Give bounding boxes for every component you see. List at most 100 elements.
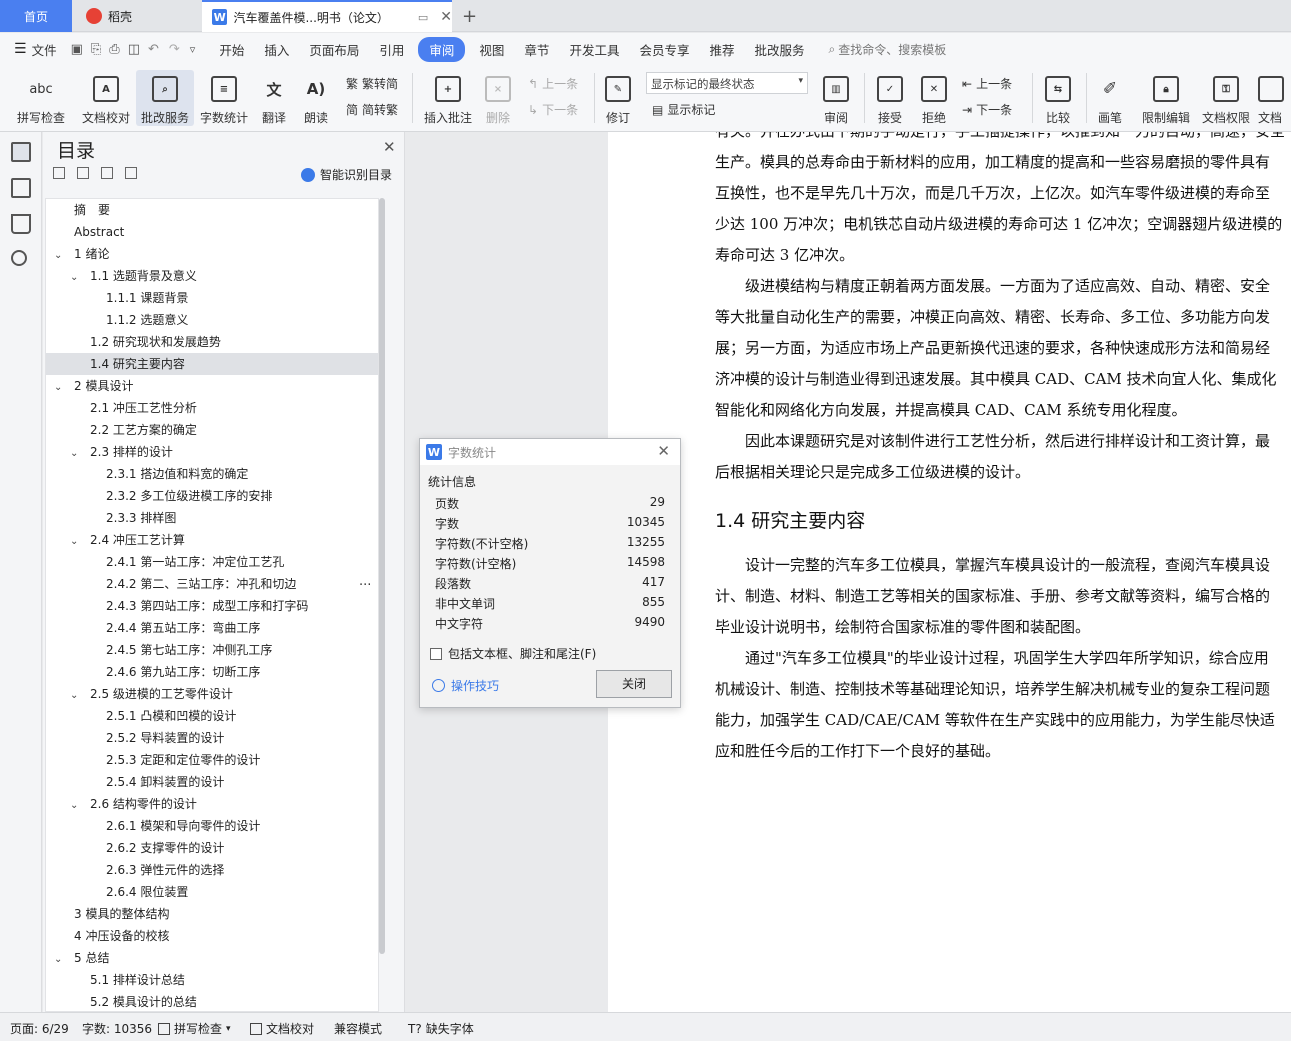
print-icon[interactable]: ⎙ <box>109 42 119 57</box>
toc-item[interactable]: 1.4 研究主要内容 <box>46 353 378 375</box>
menu-correction[interactable]: 批改服务 <box>744 40 814 59</box>
toc-item[interactable]: ⌄ 2 模具设计 <box>46 375 378 397</box>
restrict-edit-button[interactable]: 🔒︎ 限制编辑 <box>1140 70 1192 126</box>
redo-icon[interactable]: ↷ <box>169 42 180 57</box>
spell-check-status[interactable]: 拼写检查 ▾ <box>158 1020 231 1037</box>
menu-recommend[interactable]: 推荐 <box>699 40 744 59</box>
menu-insert[interactable]: 插入 <box>254 40 299 59</box>
page-indicator[interactable]: 页面: 6/29 <box>10 1020 69 1037</box>
close-tab-icon[interactable]: ✕ <box>440 9 452 25</box>
menu-view[interactable]: 视图 <box>469 40 514 59</box>
proofread-status[interactable]: 文档校对 <box>250 1020 314 1037</box>
toc-item[interactable]: 2.4.5 第七站工序：冲侧孔工序 <box>46 639 378 661</box>
prev-change-button[interactable]: ⇤ 上一条 <box>962 75 1012 92</box>
toc-item[interactable]: 2.4.4 第五站工序：弯曲工序 <box>46 617 378 639</box>
toc-item[interactable]: 1.1.2 选题意义 <box>46 309 378 331</box>
add-heading-icon[interactable] <box>101 167 113 179</box>
toc-item[interactable]: ⌄ 1.1 选题背景及意义 <box>46 265 378 287</box>
toc-item[interactable]: ⌄ 1 绪论 <box>46 243 378 265</box>
chapter-icon[interactable] <box>11 178 31 198</box>
new-tab-button[interactable]: + <box>462 0 482 32</box>
pen-button[interactable]: ✐ 画笔 <box>1092 70 1128 126</box>
tab-document[interactable]: W 汽车覆盖件模...明书（论文） ▭ ✕ <box>202 0 452 32</box>
save-icon[interactable]: ▣ <box>71 42 83 57</box>
chevron-down-icon[interactable]: ⌄ <box>70 531 90 553</box>
toc-item[interactable]: 2.6.4 限位装置 <box>46 881 378 903</box>
toc-item[interactable]: 2.4.6 第九站工序：切断工序 <box>46 661 378 683</box>
trad-to-simp-button[interactable]: 繁繁转简 <box>346 75 398 92</box>
command-search-input[interactable]: 查找命令、搜索模板 <box>838 41 946 58</box>
menu-review[interactable]: 审阅 <box>418 36 466 62</box>
next-change-button[interactable]: ⇥ 下一条 <box>962 101 1012 118</box>
chevron-down-icon[interactable]: ⌄ <box>54 949 74 971</box>
toc-item[interactable]: 摘 要 <box>46 199 378 221</box>
chevron-down-icon[interactable]: ⌄ <box>70 685 90 707</box>
toc-item[interactable]: 2.5.3 定距和定位零件的设计 <box>46 749 378 771</box>
toc-item[interactable]: 3 模具的整体结构 <box>46 903 378 925</box>
smart-toc-button[interactable]: 智能识别目录 <box>301 166 392 183</box>
review-pane-button[interactable]: ▥ 审阅 <box>816 70 856 126</box>
translate-button[interactable]: 文翻译 <box>256 70 292 126</box>
menu-developer[interactable]: 开发工具 <box>559 40 629 59</box>
show-markup-button[interactable]: ▤ 显示标记 <box>652 101 715 118</box>
compare-button[interactable]: ⇆ 比较 <box>1038 70 1078 126</box>
toc-item[interactable]: ⌄ 2.5 级进模的工艺零件设计 <box>46 683 378 705</box>
expand-up-icon[interactable] <box>77 167 89 179</box>
tips-link[interactable]: 操作技巧 <box>432 677 499 694</box>
search-panel-icon[interactable] <box>11 250 27 266</box>
toc-item[interactable]: 2.6.2 支撑零件的设计 <box>46 837 378 859</box>
outline-icon[interactable] <box>11 142 31 162</box>
toc-item[interactable]: 1.2 研究现状和发展趋势 <box>46 331 378 353</box>
remove-heading-icon[interactable] <box>125 167 137 179</box>
close-button[interactable]: 关闭 <box>596 670 672 698</box>
toc-item[interactable]: 4 冲压设备的校核 <box>46 925 378 947</box>
chevron-down-icon[interactable]: ⌄ <box>70 795 90 817</box>
toc-item[interactable]: 1.1.1 课题背景 <box>46 287 378 309</box>
toc-item[interactable]: 2.2 工艺方案的确定 <box>46 419 378 441</box>
toc-item[interactable]: 2.5.4 卸料装置的设计 <box>46 771 378 793</box>
spell-check-button[interactable]: abc 拼写检查 <box>10 70 72 126</box>
track-changes-button[interactable]: ✎ 修订 <box>600 70 636 126</box>
insert-comment-button[interactable]: + 插入批注 <box>420 70 476 126</box>
collapse-all-icon[interactable] <box>53 167 65 179</box>
tab-home[interactable]: 首页 <box>0 0 72 32</box>
dialog-close-icon[interactable]: ✕ <box>657 442 670 460</box>
toc-item[interactable]: 2.3.1 搭边值和料宽的确定 <box>46 463 378 485</box>
toc-item[interactable]: 5.1 排样设计总结 <box>46 969 378 991</box>
toc-item[interactable]: Abstract <box>46 221 378 243</box>
document-page[interactable]: 有关。并在办式由下期的手动是行，手工插提操作，以推到知一力的目动，高速，安全生产… <box>608 132 1291 1012</box>
menu-chapter[interactable]: 章节 <box>514 40 559 59</box>
toc-item[interactable]: ⌄ 5 总结 <box>46 947 378 969</box>
word-count-indicator[interactable]: 字数: 10356 <box>82 1020 152 1037</box>
toc-item[interactable]: 2.4.3 第四站工序：成型工序和打字码 <box>46 595 378 617</box>
include-textboxes-checkbox[interactable]: 包括文本框、脚注和尾注(F) <box>430 645 596 662</box>
toc-scrollbar[interactable] <box>379 198 385 954</box>
toc-item[interactable]: 2.5.1 凸模和凹模的设计 <box>46 705 378 727</box>
toc-item[interactable]: 2.4.2 第二、三站工序：冲孔和切边 <box>46 573 378 595</box>
float-window-icon[interactable]: ▭ <box>418 11 428 24</box>
toc-item[interactable]: 2.3.3 排样图 <box>46 507 378 529</box>
preview-icon[interactable]: ◫ <box>128 42 140 57</box>
bookmark-icon[interactable] <box>11 214 31 234</box>
markup-state-select[interactable]: 显示标记的最终状态 ▾ <box>646 72 808 94</box>
chevron-down-icon[interactable]: ⌄ <box>54 245 74 267</box>
toc-item[interactable]: 2.1 冲压工艺性分析 <box>46 397 378 419</box>
doc-permission-button[interactable]: ⚿ 文档权限 <box>1200 70 1252 126</box>
menu-start[interactable]: 开始 <box>209 40 254 59</box>
read-aloud-button[interactable]: A) 朗读 <box>298 70 334 126</box>
tab-daoke[interactable]: 稻壳 <box>74 0 198 32</box>
quick-access-dropdown-icon[interactable]: ▿ <box>190 43 196 56</box>
menu-member[interactable]: 会员专享 <box>629 40 699 59</box>
undo-icon[interactable]: ↶ <box>148 42 159 57</box>
menu-reference[interactable]: 引用 <box>369 40 414 59</box>
toc-item[interactable]: ⌄ 2.3 排样的设计 <box>46 441 378 463</box>
chevron-down-icon[interactable]: ⌄ <box>70 267 90 289</box>
toc-item[interactable]: 2.5.2 导料装置的设计 <box>46 727 378 749</box>
toc-item[interactable]: 2.6.3 弹性元件的选择 <box>46 859 378 881</box>
toc-item[interactable]: 2.6.1 模架和导向零件的设计 <box>46 815 378 837</box>
next-comment-button[interactable]: ↳ 下一条 <box>528 101 578 118</box>
simp-to-trad-button[interactable]: 简简转繁 <box>346 101 398 118</box>
menu-file[interactable]: 文件 <box>27 40 67 59</box>
accept-button[interactable]: ✓ 接受 <box>870 70 910 126</box>
delete-comment-button[interactable]: × 删除 <box>480 70 516 126</box>
